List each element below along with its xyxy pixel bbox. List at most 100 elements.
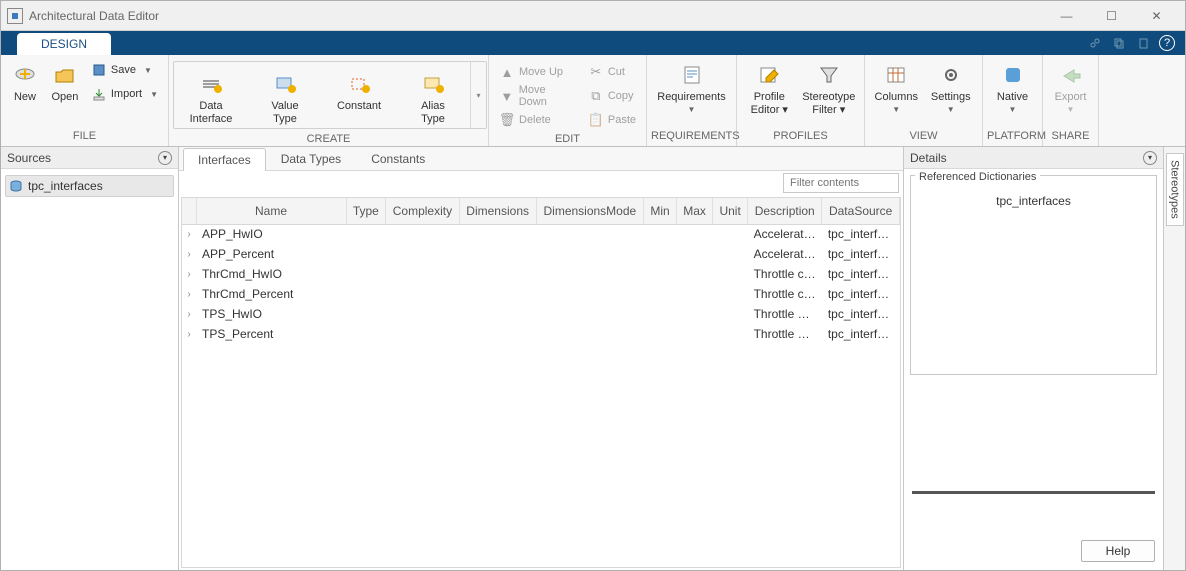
table-row[interactable]: ›ThrCmd_HwIOThrottle co...tpc_interfa... <box>182 264 900 284</box>
title-bar: Architectural Data Editor — ☐ ✕ <box>1 1 1185 31</box>
delete-button[interactable]: 🗑Delete <box>495 109 580 131</box>
center-panel: Interfaces Data Types Constants Name Typ… <box>179 147 903 570</box>
save-icon <box>91 62 107 78</box>
gear-icon <box>939 63 963 87</box>
arrow-down-icon: ▼ <box>499 88 515 104</box>
alias-type-button[interactable]: AliasType <box>396 62 470 128</box>
table-row[interactable]: ›ThrCmd_PercentThrottle co...tpc_interfa… <box>182 284 900 304</box>
sources-panel: Sources ▾ tpc_interfaces <box>1 147 179 570</box>
move-down-button[interactable]: ▼Move Down <box>495 85 580 107</box>
col-dimensions[interactable]: Dimensions <box>459 198 536 224</box>
paste-icon[interactable] <box>1135 35 1151 51</box>
chevron-right-icon[interactable]: › <box>182 304 196 324</box>
chevron-right-icon[interactable]: › <box>182 264 196 284</box>
settings-button[interactable]: Settings▼ <box>924 57 979 130</box>
ribbon: New Open Save▼ Import▼ FILE <box>1 55 1185 147</box>
constant-button[interactable]: Constant <box>322 62 396 128</box>
table-row[interactable]: ›APP_PercentAccelerato...tpc_interfa... <box>182 244 900 264</box>
maximize-button[interactable]: ☐ <box>1089 1 1134 30</box>
constant-icon <box>347 72 371 96</box>
close-button[interactable]: ✕ <box>1134 1 1179 30</box>
cut-icon: ✂ <box>588 64 604 80</box>
col-description[interactable]: Description <box>748 198 822 224</box>
tab-data-types[interactable]: Data Types <box>266 147 356 170</box>
col-complexity[interactable]: Complexity <box>386 198 460 224</box>
cell-datasource: tpc_interfa... <box>822 244 900 264</box>
col-datasource[interactable]: DataSource <box>822 198 900 224</box>
ribbon-group-create: CREATE <box>173 133 484 146</box>
chevron-right-icon[interactable]: › <box>182 324 196 344</box>
cell-datasource: tpc_interfa... <box>822 324 900 344</box>
new-button[interactable]: New <box>5 57 45 130</box>
dropdown-circle-icon[interactable]: ▾ <box>158 151 172 165</box>
minimize-button[interactable]: — <box>1044 1 1089 30</box>
col-unit[interactable]: Unit <box>713 198 748 224</box>
interfaces-table: Name Type Complexity Dimensions Dimensio… <box>181 197 901 568</box>
ribbon-group-profiles: PROFILES <box>741 130 860 146</box>
help-icon[interactable]: ? <box>1159 35 1175 51</box>
requirements-button[interactable]: Requirements▼ <box>651 57 732 130</box>
main-area: Sources ▾ tpc_interfaces Interfaces Data… <box>1 147 1185 570</box>
filter-input[interactable] <box>783 173 899 193</box>
open-button[interactable]: Open <box>45 57 85 130</box>
cut-button[interactable]: ✂Cut <box>584 61 640 83</box>
database-icon <box>8 178 24 194</box>
table-row[interactable]: ›TPS_PercentThrottle po...tpc_interfa... <box>182 324 900 344</box>
scrollbar-thumb[interactable] <box>912 491 1155 494</box>
alias-type-icon <box>421 72 445 96</box>
ribbon-group-edit: EDIT <box>493 133 642 146</box>
copy-icon[interactable] <box>1111 35 1127 51</box>
col-type[interactable]: Type <box>346 198 386 224</box>
cell-name: APP_Percent <box>196 244 346 264</box>
export-button[interactable]: Export▼ <box>1047 57 1094 130</box>
tab-constants[interactable]: Constants <box>356 147 440 170</box>
move-up-button[interactable]: ▲Move Up <box>495 61 580 83</box>
filter-icon <box>817 63 841 87</box>
tab-stereotypes[interactable]: Stereotypes <box>1166 153 1184 226</box>
copy-button[interactable]: ⧉Copy <box>584 85 640 107</box>
profile-editor-button[interactable]: ProfileEditor ▾ <box>741 57 798 130</box>
requirements-icon <box>680 63 704 87</box>
referenced-dictionaries-box: Referenced Dictionaries tpc_interfaces <box>910 175 1157 375</box>
tab-design[interactable]: DESIGN <box>17 33 111 55</box>
cell-description: Throttle co... <box>748 284 822 304</box>
cell-description: Throttle po... <box>748 304 822 324</box>
import-button[interactable]: Import▼ <box>87 83 162 105</box>
help-button[interactable]: Help <box>1081 540 1155 562</box>
create-expand-button[interactable]: ▾ <box>470 62 486 128</box>
columns-button[interactable]: Columns▼ <box>869 57 924 130</box>
native-button[interactable]: Native▼ <box>987 57 1038 130</box>
dropdown-circle-icon[interactable]: ▾ <box>1143 151 1157 165</box>
arrow-up-icon: ▲ <box>499 64 515 80</box>
data-interface-button[interactable]: DataInterface <box>174 62 248 128</box>
cell-name: TPS_Percent <box>196 324 346 344</box>
table-row[interactable]: ›APP_HwIOAccelerato...tpc_interfa... <box>182 224 900 244</box>
ribbon-group-file: FILE <box>5 130 164 146</box>
cell-name: TPS_HwIO <box>196 304 346 324</box>
cell-name: ThrCmd_Percent <box>196 284 346 304</box>
paste-icon: 📋 <box>588 112 604 128</box>
details-panel: Details ▾ Referenced Dictionaries tpc_in… <box>903 147 1163 570</box>
tab-interfaces[interactable]: Interfaces <box>183 148 266 171</box>
table-row[interactable]: ›TPS_HwIO Throttle po...tpc_interfa... <box>182 304 900 324</box>
value-type-button[interactable]: ValueType <box>248 62 322 128</box>
cell-datasource: tpc_interfa... <box>822 304 900 324</box>
source-item-tpc-interfaces[interactable]: tpc_interfaces <box>5 175 174 197</box>
link-icon[interactable] <box>1087 35 1103 51</box>
col-name[interactable]: Name <box>196 198 346 224</box>
save-button[interactable]: Save▼ <box>87 59 162 81</box>
stereotype-filter-button[interactable]: StereotypeFilter ▾ <box>798 57 860 130</box>
columns-icon <box>884 63 908 87</box>
col-dimensions-mode[interactable]: DimensionsMode <box>536 198 643 224</box>
col-max[interactable]: Max <box>676 198 712 224</box>
chevron-right-icon[interactable]: › <box>182 244 196 264</box>
cell-datasource: tpc_interfa... <box>822 224 900 244</box>
paste-button[interactable]: 📋Paste <box>584 109 640 131</box>
details-header: Details ▾ <box>904 147 1163 169</box>
cell-name: ThrCmd_HwIO <box>196 264 346 284</box>
chevron-right-icon[interactable]: › <box>182 284 196 304</box>
ribbon-group-requirements: REQUIREMENTS <box>651 130 732 146</box>
col-min[interactable]: Min <box>644 198 677 224</box>
chevron-right-icon[interactable]: › <box>182 224 196 244</box>
sources-header: Sources ▾ <box>1 147 178 169</box>
